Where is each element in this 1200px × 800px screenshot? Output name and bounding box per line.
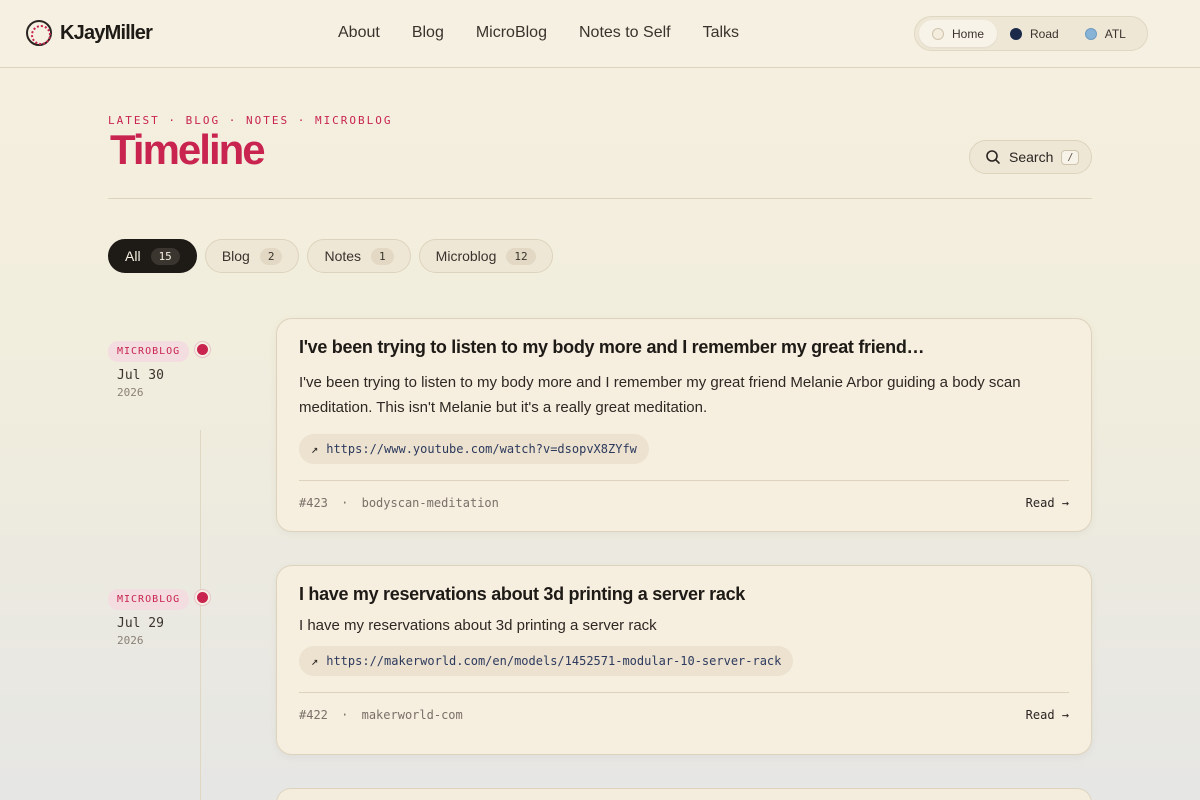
entry-body: I have my reservations about 3d printing… — [299, 617, 657, 634]
entry-card[interactable]: I have my reservations about 3d printing… — [276, 565, 1092, 755]
filter-microblog-label: Microblog — [435, 248, 497, 264]
read-link[interactable]: Read → — [1026, 708, 1069, 722]
search-button[interactable]: Search / — [969, 140, 1092, 174]
search-shortcut: / — [1061, 149, 1080, 165]
filter-all[interactable]: All 15 — [108, 239, 197, 273]
entry-body: I've been trying to listen to my body mo… — [299, 374, 1021, 416]
entry-link[interactable]: ↗ https://www.youtube.com/watch?v=dsopvX… — [299, 434, 649, 464]
entry-slug: makerworld-com — [361, 707, 463, 722]
filter-all-count: 15 — [150, 247, 180, 265]
entry-year: 2026 — [117, 634, 144, 647]
logo-icon — [26, 20, 52, 46]
entry-year: 2026 — [117, 386, 144, 399]
filter-blog-label: Blog — [221, 248, 250, 264]
nav-blog[interactable]: Blog — [412, 24, 444, 42]
search-label: Search — [1009, 149, 1054, 165]
brand-link[interactable]: KJayMiller — [26, 20, 153, 46]
road-dot-icon — [1010, 27, 1023, 40]
entry-date: Jul 29 — [117, 616, 164, 631]
filter-all-label: All — [125, 248, 141, 264]
page-title: Timeline — [110, 126, 266, 173]
filter-microblog-count: 12 — [506, 247, 536, 265]
entry-footer: #422 · makerworld-com Read → — [299, 693, 1069, 736]
entry-tags: #423 · bodyscan-meditation — [299, 496, 499, 510]
entry-separator: · — [341, 707, 349, 722]
timeline-rail — [200, 430, 201, 800]
entry-footer: #423 · bodyscan-meditation Read → — [299, 481, 1069, 524]
mode-home-label: Home — [952, 26, 985, 41]
filter-microblog[interactable]: Microblog 12 — [418, 239, 553, 273]
filter-notes-label: Notes — [324, 248, 362, 264]
entry-link-url: https://www.youtube.com/watch?v=dsopvX8Z… — [326, 442, 637, 456]
filter-blog-count: 2 — [259, 247, 283, 265]
home-dot-icon — [932, 27, 944, 40]
nav-about[interactable]: About — [338, 24, 380, 42]
entry-date: Jul 30 — [117, 368, 164, 383]
nav-notes-to-self[interactable]: Notes to Self — [579, 24, 671, 42]
filter-notes-count: 1 — [371, 247, 394, 265]
filter-notes[interactable]: Notes 1 — [307, 239, 411, 273]
entry-meta: MICROBLOG Jul 30 2026 — [108, 341, 190, 399]
mode-road[interactable]: Road — [997, 20, 1072, 47]
entry-title[interactable]: I've been trying to listen to my body mo… — [299, 337, 1069, 358]
timeline-dot — [195, 590, 210, 605]
nav-talks[interactable]: Talks — [703, 24, 739, 42]
entry-title[interactable]: I have my reservations about 3d printing… — [299, 584, 1069, 605]
atl-dot-icon — [1084, 27, 1097, 40]
arrow-up-right-icon: ↗ — [311, 654, 319, 668]
filter-tabs: All 15 Blog 2 Notes 1 Microblog 12 — [108, 239, 553, 273]
entry-id: #422 — [299, 707, 328, 722]
entry-type-badge: MICROBLOG — [108, 341, 190, 362]
entry-link-url: https://makerworld.com/en/models/1452571… — [326, 654, 782, 668]
search-icon — [986, 150, 1000, 164]
arrow-up-right-icon: ↗ — [311, 442, 319, 456]
mode-atl-label: ATL — [1104, 26, 1126, 41]
mode-atl[interactable]: ATL — [1072, 20, 1139, 47]
mode-road-label: Road — [1030, 26, 1059, 41]
brand-name: KJayMiller — [60, 21, 153, 44]
entry-card-partial[interactable] — [276, 788, 1092, 800]
entry-separator: · — [341, 495, 349, 510]
entry-link[interactable]: ↗ https://makerworld.com/en/models/14525… — [299, 646, 794, 676]
filter-blog[interactable]: Blog 2 — [204, 239, 300, 273]
nav-microblog[interactable]: MicroBlog — [476, 24, 547, 42]
entry-meta: MICROBLOG Jul 29 2026 — [108, 589, 190, 647]
mode-home[interactable]: Home — [919, 20, 998, 47]
timeline-dot — [195, 342, 210, 357]
main-nav: About Blog MicroBlog Notes to Self Talks — [338, 24, 739, 42]
entry-slug: bodyscan-meditation — [361, 495, 499, 510]
read-link[interactable]: Read → — [1026, 496, 1069, 510]
heading-divider — [108, 198, 1092, 199]
entry-card[interactable]: I've been trying to listen to my body mo… — [276, 318, 1092, 532]
entry-tags: #422 · makerworld-com — [299, 708, 463, 722]
entry-type-badge: MICROBLOG — [108, 589, 190, 610]
top-bar: KJayMiller About Blog MicroBlog Notes to… — [0, 0, 1200, 68]
entry-id: #423 — [299, 495, 328, 510]
theme-mode-switcher: Home Road ATL — [914, 16, 1148, 51]
